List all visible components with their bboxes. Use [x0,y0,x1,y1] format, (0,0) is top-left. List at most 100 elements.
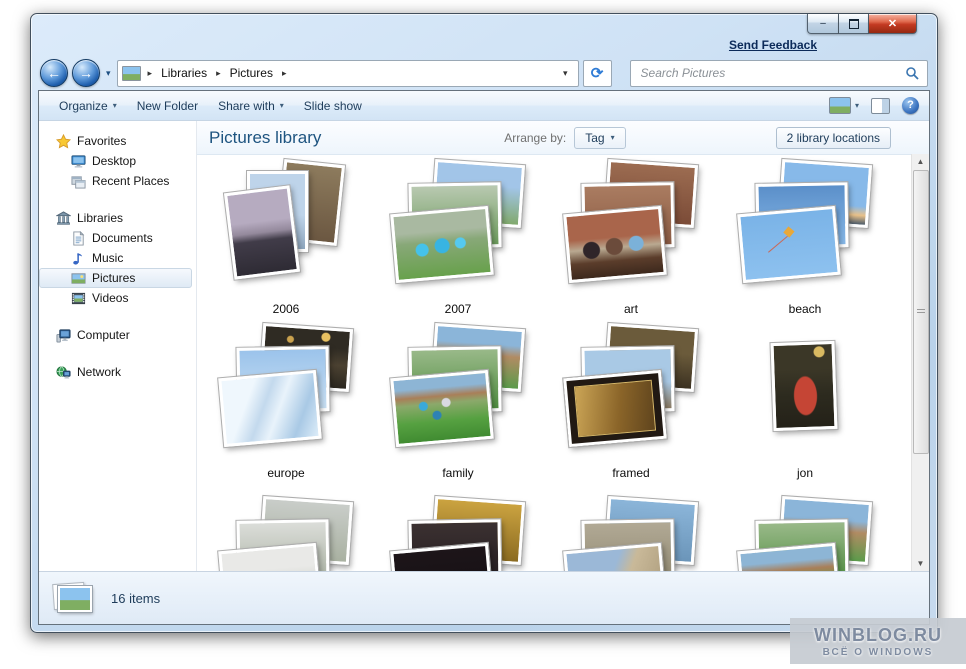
slide-show-label: Slide show [304,99,362,113]
change-view-button[interactable]: ▾ [829,97,859,114]
organize-label: Organize [59,99,108,113]
network-icon [55,364,71,380]
arrange-by-dropdown[interactable]: Tag ▾ [574,127,625,149]
folder-grid: 2006 2007 art beach [197,154,912,571]
desktop-label: Desktop [92,154,136,168]
minimize-button[interactable]: – [807,14,839,34]
client-area: Organize ▾ New Folder Share with ▾ Slide… [38,90,930,625]
close-button[interactable]: ✕ [869,14,917,34]
file-list-pane: Pictures library Arrange by: Tag ▾ 2 lib… [196,121,929,571]
folder-europe[interactable]: europe [201,326,371,488]
search-input[interactable] [639,65,905,81]
help-button[interactable]: ? [902,97,919,114]
crumb-separator-icon: ▸ [143,68,158,79]
document-icon [70,230,86,246]
maximize-button[interactable] [839,14,869,34]
watermark-subtitle: ВСЁ О WINDOWS [794,647,962,658]
chevron-down-icon: ▾ [855,101,859,110]
title-bar[interactable]: Send Feedback – ✕ [31,14,937,56]
item-count: 16 items [111,591,160,606]
library-locations-button[interactable]: 2 library locations [776,127,891,149]
send-feedback-link[interactable]: Send Feedback [729,38,817,52]
folder-framed[interactable]: framed [546,326,716,488]
watermark: WINBLOG.RU ВСЁ О WINDOWS [790,618,966,664]
share-with-label: Share with [218,99,275,113]
folder-partial[interactable] [373,499,543,571]
sidebar-item-desktop[interactable]: Desktop [39,151,196,171]
pictures-icon [70,270,86,286]
folder-partial[interactable] [546,499,716,571]
vertical-scrollbar[interactable]: ▲ ▼ [911,154,929,571]
scrollbar-thumb[interactable] [913,170,929,454]
navigation-pane: Favorites Desktop Recent Places [39,121,196,571]
maximize-icon [849,19,859,29]
caption-buttons: – ✕ [807,14,917,34]
crumb-separator-icon: ▸ [277,68,292,79]
organize-button[interactable]: Organize ▾ [49,95,127,117]
computer-icon [55,327,71,343]
folder-partial[interactable] [201,499,371,571]
refresh-button[interactable]: ⟳ [583,60,612,87]
chevron-down-icon: ▾ [113,101,117,110]
libraries-icon [55,210,71,226]
pictures-thumbnail-icon [122,66,141,81]
libraries-label: Libraries [77,211,123,225]
folder-label: jon [720,466,890,480]
watermark-title: WINBLOG.RU [794,625,962,646]
address-dropdown-icon[interactable]: ▾ [557,68,574,79]
search-icon [905,66,919,80]
library-header: Pictures library Arrange by: Tag ▾ 2 lib… [197,121,929,155]
folder-family[interactable]: family [373,326,543,488]
search-box[interactable] [630,60,928,87]
network-label: Network [77,365,121,379]
sidebar-item-pictures[interactable]: Pictures [39,268,192,288]
page-title: Pictures library [209,128,321,148]
folder-label: beach [720,302,890,316]
sidebar-item-music[interactable]: Music [39,248,196,268]
sidebar-item-videos[interactable]: Videos [39,288,196,308]
folder-jon[interactable]: jon [720,326,890,488]
breadcrumb-pictures[interactable]: Pictures [228,64,275,82]
sidebar-group-favorites[interactable]: Favorites [39,131,196,151]
star-icon [55,133,71,149]
sidebar-item-recent-places[interactable]: Recent Places [39,171,196,191]
thumb-grip-icon [917,309,925,315]
chevron-down-icon: ▾ [280,101,284,110]
folder-label: 2007 [373,302,543,316]
address-bar[interactable]: ▸ Libraries ▸ Pictures ▸ ▾ [117,60,579,87]
navigation-row: ← → ▾ ▸ Libraries ▸ Pictures ▸ ▾ ⟳ [31,56,937,90]
videos-label: Videos [92,291,128,305]
new-folder-button[interactable]: New Folder [127,95,208,117]
sidebar-item-network[interactable]: Network [39,362,196,382]
videos-icon [70,290,86,306]
history-dropdown-icon[interactable]: ▾ [106,68,111,79]
folder-2006[interactable]: 2006 [201,162,371,324]
breadcrumb-libraries[interactable]: Libraries [159,64,209,82]
back-button[interactable]: ← [40,59,68,87]
folder-label: family [373,466,543,480]
scroll-up-icon[interactable]: ▲ [912,154,929,169]
chevron-down-icon: ▾ [611,133,615,142]
folder-art[interactable]: art [546,162,716,324]
sidebar-item-documents[interactable]: Documents [39,228,196,248]
preview-pane-button[interactable] [871,98,890,114]
folder-2007[interactable]: 2007 [373,162,543,324]
sidebar-item-computer[interactable]: Computer [39,325,196,345]
folder-label: art [546,302,716,316]
views-icon [829,97,851,114]
folder-beach[interactable]: beach [720,162,890,324]
computer-label: Computer [77,328,130,342]
folder-label: framed [546,466,716,480]
documents-label: Documents [92,231,153,245]
slide-show-button[interactable]: Slide show [294,95,372,117]
forward-button[interactable]: → [72,59,100,87]
desktop-icon [70,153,86,169]
folder-partial[interactable] [720,499,890,571]
sidebar-group-libraries[interactable]: Libraries [39,208,196,228]
command-toolbar: Organize ▾ New Folder Share with ▾ Slide… [39,91,929,121]
music-label: Music [92,251,123,265]
recent-places-label: Recent Places [92,174,169,188]
share-with-button[interactable]: Share with ▾ [208,95,294,117]
scroll-down-icon[interactable]: ▼ [912,556,929,571]
status-bar: 16 items [39,571,929,624]
